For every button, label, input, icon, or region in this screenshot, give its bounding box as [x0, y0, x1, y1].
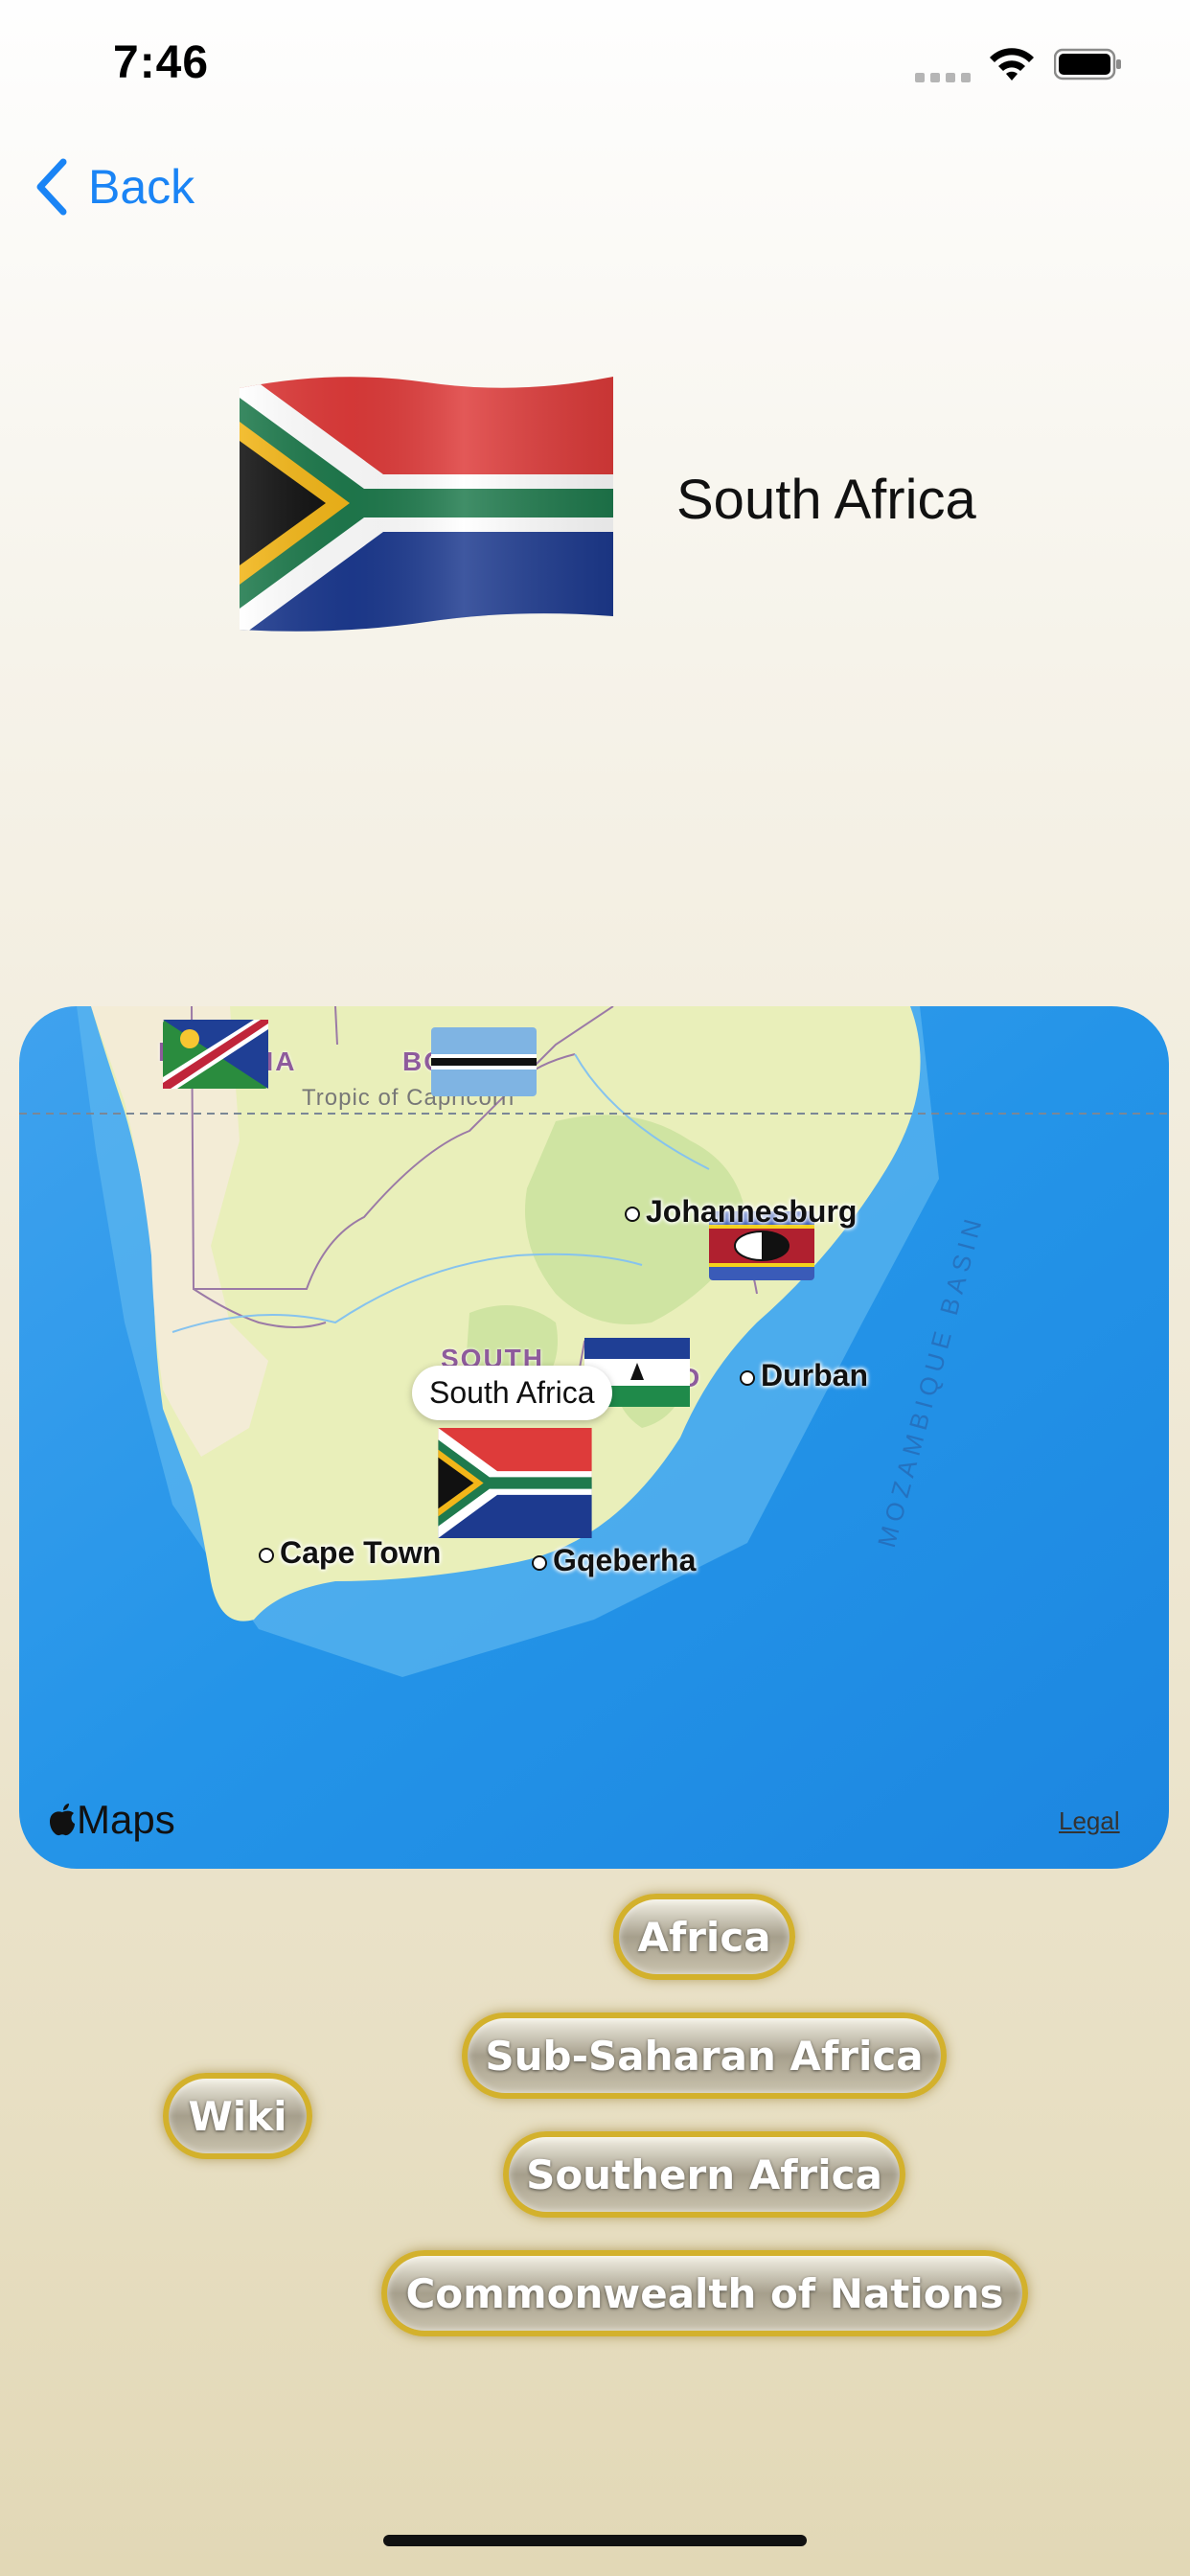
tag-commonwealth-of-nations-button[interactable]: Commonwealth of Nations — [381, 2250, 1028, 2336]
city-dot-icon — [259, 1547, 274, 1563]
cellular-signal-icon — [915, 69, 971, 82]
maps-logo: Maps — [48, 1797, 175, 1843]
namibia-flag-icon[interactable] — [163, 1016, 268, 1092]
city-dot-icon — [625, 1206, 640, 1222]
city-johannesburg[interactable]: Johannesburg — [625, 1194, 857, 1230]
home-indicator[interactable] — [383, 2535, 807, 2546]
city-cape-town[interactable]: Cape Town — [259, 1535, 441, 1571]
city-dot-icon — [740, 1369, 755, 1386]
map-view[interactable]: NA NA BO SOUTH D Tropic of Capricorn MOZ… — [19, 1006, 1169, 1869]
wifi-icon — [990, 48, 1034, 80]
tag-southern-africa-button[interactable]: Southern Africa — [503, 2131, 905, 2218]
south-africa-flag-pin-icon[interactable] — [431, 1428, 599, 1538]
city-label: Gqeberha — [553, 1543, 697, 1577]
city-dot-icon — [532, 1554, 547, 1571]
back-label: Back — [88, 160, 195, 214]
south-africa-flag-icon — [240, 377, 613, 632]
map-overlay: NA NA BO SOUTH D Tropic of Capricorn MOZ… — [19, 1006, 1169, 1869]
botswana-flag-icon[interactable] — [431, 1024, 537, 1100]
tag-africa-button[interactable]: Africa — [613, 1894, 795, 1980]
country-name: South Africa — [676, 469, 976, 531]
status-time: 7:46 — [113, 37, 210, 88]
wiki-button[interactable]: Wiki — [163, 2073, 312, 2159]
status-bar: 7:46 — [0, 0, 1190, 125]
battery-icon — [1054, 48, 1121, 80]
tag-sub-saharan-africa-button[interactable]: Sub-Saharan Africa — [462, 2012, 947, 2099]
city-label: Durban — [761, 1358, 868, 1392]
chevron-left-icon — [36, 158, 67, 216]
maps-logo-label: Maps — [77, 1797, 175, 1842]
city-label: Cape Town — [280, 1535, 442, 1570]
apple-logo-icon — [50, 1804, 75, 1836]
city-durban[interactable]: Durban — [740, 1358, 868, 1393]
city-label: Johannesburg — [646, 1194, 858, 1229]
back-button[interactable]: Back — [34, 153, 195, 220]
city-gqeberha[interactable]: Gqeberha — [532, 1543, 696, 1578]
ocean-basin-label: MOZAMBIQUE BASIN — [872, 1210, 989, 1551]
legal-link[interactable]: Legal — [1059, 1806, 1120, 1836]
map-callout[interactable]: South Africa — [412, 1366, 612, 1420]
